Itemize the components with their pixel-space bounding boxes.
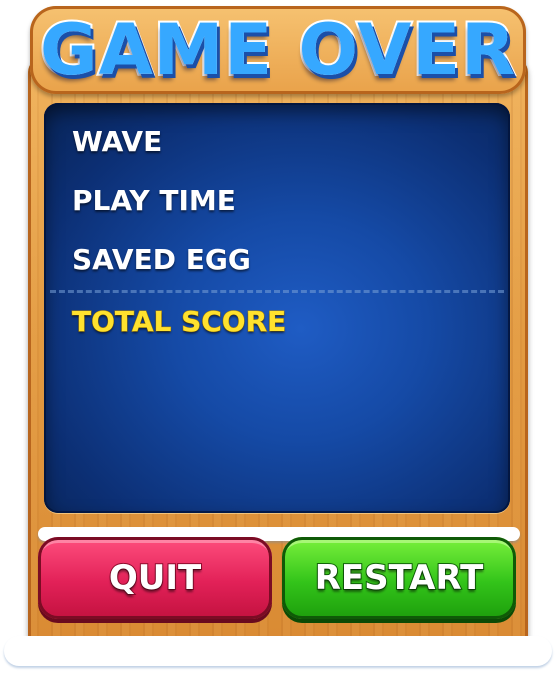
- quit-button[interactable]: QUIT: [38, 537, 272, 619]
- stats-panel: WAVE PLAY TIME SAVED EGG TOTAL SCORE: [44, 103, 510, 513]
- restart-button[interactable]: RESTART: [282, 537, 516, 619]
- restart-button-label: RESTART: [314, 557, 485, 599]
- play-time-label: PLAY TIME: [72, 184, 236, 217]
- game-over-title: GAME OVER: [38, 7, 517, 93]
- saved-egg-label: SAVED EGG: [72, 243, 251, 276]
- game-over-screen: GAME OVER WAVE PLAY TIME SAVED EGG TOTAL…: [0, 0, 556, 676]
- snow-base: [4, 636, 552, 666]
- stats-divider: [50, 290, 504, 293]
- total-score-label: TOTAL SCORE: [71, 305, 287, 339]
- wave-label: WAVE: [72, 125, 163, 158]
- quit-button-label: QUIT: [108, 557, 202, 599]
